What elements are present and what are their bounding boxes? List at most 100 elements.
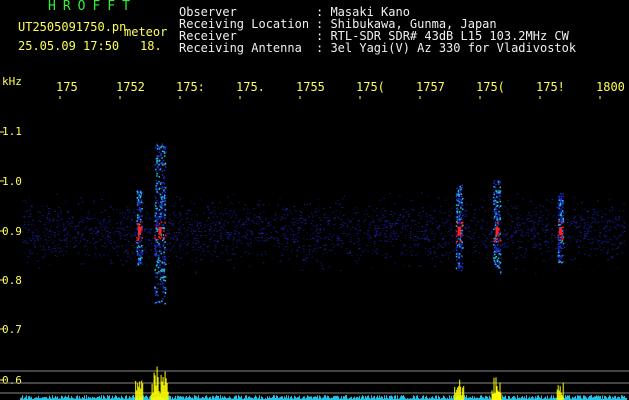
noise-pixel: [259, 218, 262, 220]
noise-pixel: [519, 214, 522, 216]
noise-pixel: [422, 211, 424, 212]
echo-pixel: [558, 199, 561, 201]
echo-pixel: [499, 244, 502, 247]
noise-pixel: [517, 227, 519, 228]
noise-pixel: [329, 249, 331, 251]
echo-pixel: [164, 258, 167, 261]
noise-pixel: [386, 220, 388, 222]
noise-pixel: [233, 267, 235, 269]
echo-pixel: [156, 222, 158, 224]
echo-pixel: [562, 201, 564, 203]
noise-pixel: [421, 215, 423, 217]
noise-pixel: [258, 200, 261, 202]
echo-pixel: [157, 148, 160, 150]
noise-pixel: [167, 248, 169, 250]
noise-pixel: [427, 195, 429, 197]
echo-pixel: [558, 239, 560, 242]
noise-pixel: [568, 235, 570, 237]
echo-pixel: [493, 182, 495, 185]
noise-pixel: [193, 239, 195, 241]
noise-pixel: [264, 250, 266, 252]
noise-pixel: [609, 221, 612, 223]
noise-pixel: [442, 238, 444, 240]
echo-pixel: [494, 202, 497, 204]
noise-pixel: [261, 232, 263, 234]
noise-pixel: [99, 240, 102, 241]
noise-pixel: [522, 256, 525, 258]
noise-pixel: [616, 253, 618, 255]
noise-pixel: [595, 222, 598, 224]
noise-pixel: [27, 224, 30, 226]
echo-pixel: [457, 191, 460, 193]
noise-pixel: [609, 229, 611, 231]
noise-pixel: [315, 259, 318, 261]
noise-band: [22, 192, 627, 275]
noise-pixel: [393, 212, 396, 214]
noise-pixel: [132, 235, 134, 236]
noise-pixel: [71, 226, 73, 228]
noise-pixel: [450, 228, 452, 230]
noise-pixel: [259, 233, 261, 235]
noise-pixel: [110, 239, 112, 241]
echo-pixel: [494, 257, 496, 259]
noise-pixel: [59, 247, 62, 249]
noise-pixel: [389, 214, 392, 215]
noise-pixel: [190, 228, 192, 230]
noise-pixel: [39, 239, 42, 241]
noise-pixel: [601, 249, 603, 251]
noise-pixel: [277, 238, 280, 240]
noise-pixel: [194, 221, 196, 223]
noise-pixel: [401, 252, 403, 254]
noise-pixel: [99, 221, 101, 222]
noise-pixel: [282, 209, 284, 211]
echo-pixel: [158, 176, 160, 178]
echo-pixel: [157, 283, 159, 285]
noise-pixel: [501, 252, 503, 254]
echo-pixel: [158, 244, 161, 246]
echo-pixel: [161, 162, 163, 165]
noise-pixel: [438, 197, 440, 199]
noise-pixel: [95, 242, 97, 244]
noise-pixel: [259, 213, 262, 215]
noise-pixel: [416, 236, 419, 238]
noise-bar: [239, 396, 240, 400]
noise-pixel: [294, 241, 296, 243]
noise-bar: [282, 396, 283, 400]
echo-pixel: [136, 247, 139, 249]
noise-pixel: [437, 246, 440, 248]
noise-pixel: [535, 228, 537, 230]
noise-bar: [402, 395, 403, 400]
noise-pixel: [403, 264, 405, 266]
noise-pixel: [239, 241, 241, 243]
noise-pixel: [549, 257, 552, 259]
echo-pixel: [455, 255, 458, 258]
amplitude-bar: [497, 390, 499, 400]
noise-pixel: [141, 254, 143, 255]
noise-pixel: [363, 213, 365, 215]
noise-bar: [600, 395, 601, 400]
noise-pixel: [579, 235, 582, 237]
noise-pixel: [316, 261, 319, 262]
echo-pixel: [140, 225, 143, 228]
noise-pixel: [596, 248, 598, 250]
noise-pixel: [52, 242, 54, 244]
echo-pixel: [164, 280, 167, 282]
noise-pixel: [302, 259, 305, 261]
noise-pixel: [281, 243, 283, 245]
noise-pixel: [501, 210, 504, 212]
noise-pixel: [532, 225, 534, 227]
noise-pixel: [249, 239, 252, 241]
noise-pixel: [277, 240, 279, 242]
noise-pixel: [103, 225, 105, 227]
noise-pixel: [41, 215, 44, 217]
noise-pixel: [351, 255, 353, 257]
noise-pixel: [287, 246, 289, 248]
noise-pixel: [380, 232, 382, 234]
noise-pixel: [210, 236, 212, 238]
noise-pixel: [488, 195, 490, 197]
echo-pixel: [158, 213, 160, 215]
noise-pixel: [246, 224, 248, 225]
noise-pixel: [50, 251, 52, 253]
noise-pixel: [54, 210, 57, 212]
noise-pixel: [504, 245, 507, 247]
